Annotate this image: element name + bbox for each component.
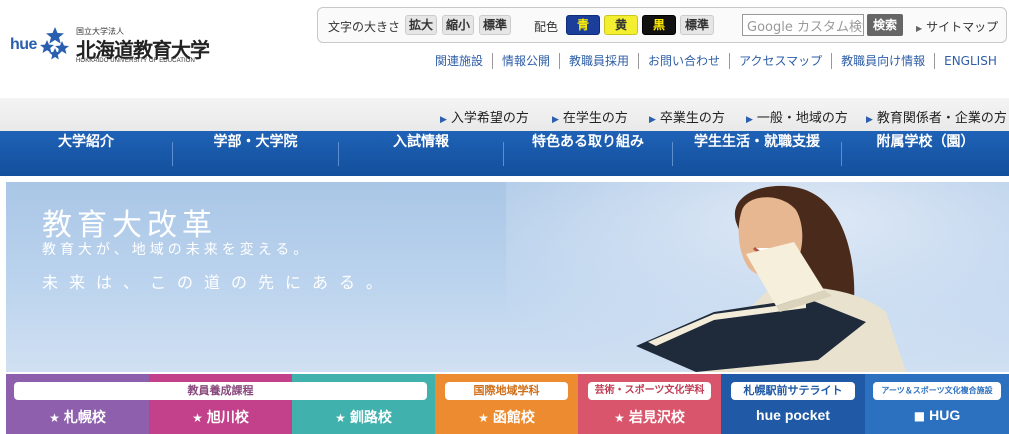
triangle-right-icon: ▶ — [746, 115, 753, 125]
campus-label: 釧路校 — [349, 410, 392, 426]
campus-iwamizawa-name: ★ 岩見沢校 — [578, 407, 721, 427]
link-information-disclosure[interactable]: 情報公開 — [492, 53, 559, 69]
audience-prospective[interactable]: ▶ 入学希望の方 — [440, 107, 529, 126]
hug-name: ■ HUG — [865, 407, 1009, 424]
campus-hakodate[interactable]: 国際地域学科 ★ 函館校 — [435, 374, 578, 434]
triangle-right-icon: ▶ — [440, 115, 447, 125]
star-icon: ★ — [478, 411, 489, 425]
triangle-right-icon: ▶ — [552, 115, 559, 125]
chevron-right-icon: ▶ — [916, 24, 923, 33]
hug-logo-icon: ■ — [913, 409, 926, 423]
campus-label: 旭川校 — [206, 410, 249, 426]
audience-label: 在学生の方 — [562, 111, 628, 126]
site-header: hue 国立大学法人 北海道教育大学 HOKKAIDO UNIVERSITY O… — [0, 0, 1009, 98]
triangle-right-icon: ▶ — [866, 115, 873, 125]
star-icon: ★ — [49, 411, 60, 425]
campus-iwamizawa[interactable]: 芸術・スポーツ文化学科 ★ 岩見沢校 — [578, 374, 721, 434]
nav-about[interactable]: 大学紹介 — [0, 131, 172, 176]
color-black-button[interactable]: 黒 — [642, 15, 676, 35]
campus-hakodate-name: ★ 函館校 — [435, 407, 578, 427]
facility-hug[interactable]: アーツ＆スポーツ文化複合施設 ■ HUG — [865, 374, 1009, 434]
nav-faculties[interactable]: 学部・大学院 — [173, 131, 338, 176]
satellite-label: 札幌駅前サテライト — [731, 382, 855, 400]
campus-label: 岩見沢校 — [628, 410, 685, 426]
nav-attached-schools[interactable]: 附属学校（園） — [842, 131, 1009, 176]
campus-label: 札幌校 — [63, 410, 106, 426]
audience-nav: ▶ 入学希望の方 ▶ 在学生の方 ▶ 卒業生の方 ▶ 一般・地域の方 ▶ 教育関係者・企業… — [0, 98, 1009, 131]
campus-kushiro-name: ★ 釧路校 — [292, 407, 435, 427]
audience-students[interactable]: ▶ 在学生の方 — [552, 107, 628, 126]
satellite-hue-pocket[interactable]: 札幌駅前サテライト hue pocket — [721, 374, 865, 434]
link-english[interactable]: ENGLISH — [934, 53, 1006, 69]
audience-label: 一般・地域の方 — [756, 111, 848, 126]
iwamizawa-dept-label: 芸術・スポーツ文化学科 — [588, 382, 711, 400]
audience-label: 教育関係者・企業の方 — [876, 111, 1007, 126]
nav-student-life[interactable]: 学生生活・就職支援 — [673, 131, 841, 176]
text-shrink-button[interactable]: 縮小 — [442, 15, 474, 35]
audience-public[interactable]: ▶ 一般・地域の方 — [746, 107, 848, 126]
hug-label: アーツ＆スポーツ文化複合施設 — [873, 382, 1001, 400]
link-staff-info[interactable]: 教職員向け情報 — [831, 53, 934, 69]
campus-sapporo-name: ★ 札幌校 — [6, 407, 149, 427]
star-icon: ★ — [335, 411, 346, 425]
text-size-label: 文字の大きさ — [328, 20, 401, 34]
text-standard-button[interactable]: 標準 — [479, 15, 511, 35]
link-contact[interactable]: お問い合わせ — [638, 53, 729, 69]
sitemap-label: サイトマップ — [926, 20, 999, 34]
star-icon: ★ — [192, 411, 203, 425]
color-standard-button[interactable]: 標準 — [680, 15, 714, 35]
nav-initiatives[interactable]: 特色ある取り組み — [504, 131, 672, 176]
hero-title: 教育大改革 — [42, 208, 217, 243]
hero-tagline: 未来は、この道の先にある。 — [42, 273, 394, 292]
teacher-training-label: 教員養成課程 — [14, 382, 427, 400]
campus-asahikawa-name: ★ 旭川校 — [149, 407, 292, 427]
logo-stars-icon — [40, 27, 69, 60]
color-blue-button[interactable]: 青 — [566, 15, 600, 35]
text-enlarge-button[interactable]: 拡大 — [405, 15, 437, 35]
hakodate-dept-label: 国際地域学科 — [445, 382, 568, 400]
satellite-name: hue pocket — [756, 407, 830, 423]
link-related-facilities[interactable]: 関連施設 — [426, 53, 492, 69]
audience-label: 入学希望の方 — [450, 111, 529, 126]
search-button[interactable]: 検索 — [867, 14, 903, 36]
audience-graduates[interactable]: ▶ 卒業生の方 — [649, 107, 725, 126]
color-yellow-button[interactable]: 黄 — [604, 15, 638, 35]
search-input[interactable]: Google カスタム検索 — [742, 14, 864, 36]
star-icon: ★ — [614, 411, 625, 425]
utility-links: 関連施設 情報公開 教職員採用 お問い合わせ アクセスマップ 教職員向け情報 E… — [426, 53, 1006, 69]
hero-banner[interactable]: 教育大改革 教育大が、地域の未来を変える。 未来は、この道の先にある。 — [6, 182, 1009, 372]
sitemap-link[interactable]: ▶ サイトマップ — [916, 18, 998, 35]
link-staff-recruitment[interactable]: 教職員採用 — [559, 53, 638, 69]
audience-educators[interactable]: ▶ 教育関係者・企業の方 — [866, 107, 1007, 126]
audience-label: 卒業生の方 — [659, 111, 725, 126]
university-logo[interactable]: hue 国立大学法人 北海道教育大学 HOKKAIDO UNIVERSITY O… — [10, 22, 210, 66]
accessibility-toolbox: 文字の大きさ 拡大 縮小 標準 配色 青 黄 黒 標準 Google カスタム検… — [317, 7, 1007, 43]
link-access-map[interactable]: アクセスマップ — [729, 53, 831, 69]
campus-bar: ★ 札幌校 ★ 旭川校 ★ 釧路校 教員養成課程 国際地域学科 ★ 函館校 芸術・スポー… — [6, 374, 1009, 434]
color-scheme-label: 配色 — [534, 20, 559, 34]
triangle-right-icon: ▶ — [649, 115, 656, 125]
campus-label: 函館校 — [492, 410, 535, 426]
logo-hue-text: hue — [10, 36, 37, 53]
hug-label-text: HUG — [929, 407, 961, 423]
hero-subtitle: 教育大が、地域の未来を変える。 — [42, 242, 312, 258]
nav-admissions[interactable]: 入試情報 — [339, 131, 503, 176]
logo-university-name-en: HOKKAIDO UNIVERSITY OF EDUCATION — [76, 58, 195, 64]
main-nav: 大学紹介 学部・大学院 入試情報 特色ある取り組み 学生生活・就職支援 附属学校… — [0, 131, 1009, 176]
